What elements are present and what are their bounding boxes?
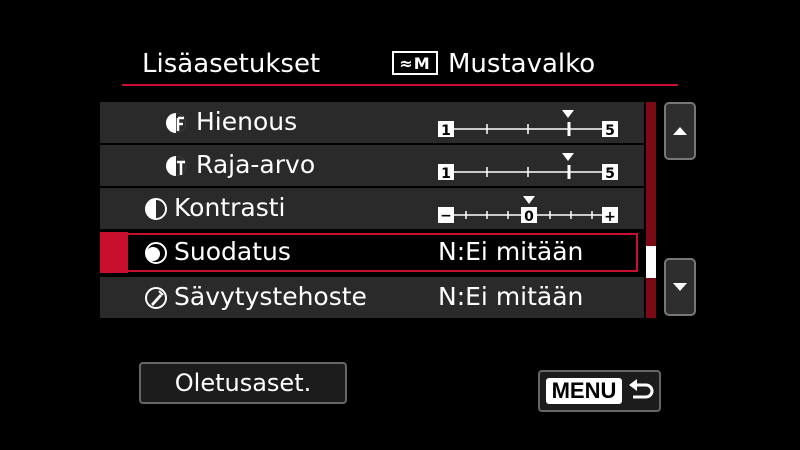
- setting-label: Hienous: [196, 107, 298, 136]
- threshold-slider[interactable]: 1 5: [436, 153, 626, 181]
- contrast-slider[interactable]: − 0 +: [436, 196, 626, 224]
- picture-style-name: Mustavalko: [448, 49, 596, 79]
- slider-max-label: 5: [605, 166, 615, 181]
- setting-value: N:Ei mitään: [438, 237, 584, 266]
- settings-list: Hienous 1 5 Raja-arvo 1 5 Kontrasti − 0 …: [100, 102, 644, 318]
- selection-indicator: [100, 232, 128, 273]
- setting-row-threshold[interactable]: Raja-arvo 1 5: [100, 145, 644, 186]
- slider-max-label: 5: [605, 123, 615, 138]
- contrast-icon: [145, 198, 167, 220]
- scroll-down-button[interactable]: [664, 258, 696, 316]
- scrollbar-track[interactable]: [646, 102, 656, 318]
- filter-effect-icon: [145, 242, 167, 264]
- defaults-button[interactable]: Oletusaset.: [139, 362, 347, 404]
- setting-row-contrast[interactable]: Kontrasti − 0 +: [100, 188, 644, 229]
- slider-center-label: 0: [524, 209, 534, 224]
- scroll-up-button[interactable]: [664, 102, 696, 160]
- setting-label: Sävytystehoste: [174, 282, 367, 311]
- scrollbar-thumb[interactable]: [646, 246, 656, 278]
- menu-label: MENU: [546, 378, 622, 404]
- setting-label: Kontrasti: [174, 193, 286, 222]
- toning-effect-icon: [145, 287, 167, 309]
- slider-min-label: −: [440, 208, 452, 224]
- setting-value: N:Ei mitään: [438, 282, 584, 311]
- threshold-icon: [166, 156, 186, 176]
- menu-back-button[interactable]: MENU: [538, 370, 661, 412]
- setting-row-filter-effect[interactable]: Suodatus N:Ei mitään: [100, 232, 644, 273]
- setting-row-fineness[interactable]: Hienous 1 5: [100, 102, 644, 143]
- picture-style-icon: ≈M: [392, 51, 438, 75]
- setting-label: Suodatus: [174, 237, 291, 266]
- settings-header: Lisäasetukset ≈M Mustavalko: [122, 44, 678, 86]
- setting-row-toning-effect[interactable]: Sävytystehoste N:Ei mitään: [100, 277, 644, 318]
- slider-min-label: 1: [441, 166, 451, 181]
- triangle-down-icon: [673, 283, 687, 291]
- page-title: Lisäasetukset: [142, 49, 321, 79]
- fineness-slider[interactable]: 1 5: [436, 110, 626, 138]
- slider-max-label: +: [604, 209, 616, 224]
- return-arrow-icon: [629, 379, 654, 399]
- slider-min-label: 1: [441, 123, 451, 138]
- setting-label: Raja-arvo: [196, 150, 316, 179]
- triangle-up-icon: [673, 127, 687, 135]
- fineness-icon: [166, 113, 186, 133]
